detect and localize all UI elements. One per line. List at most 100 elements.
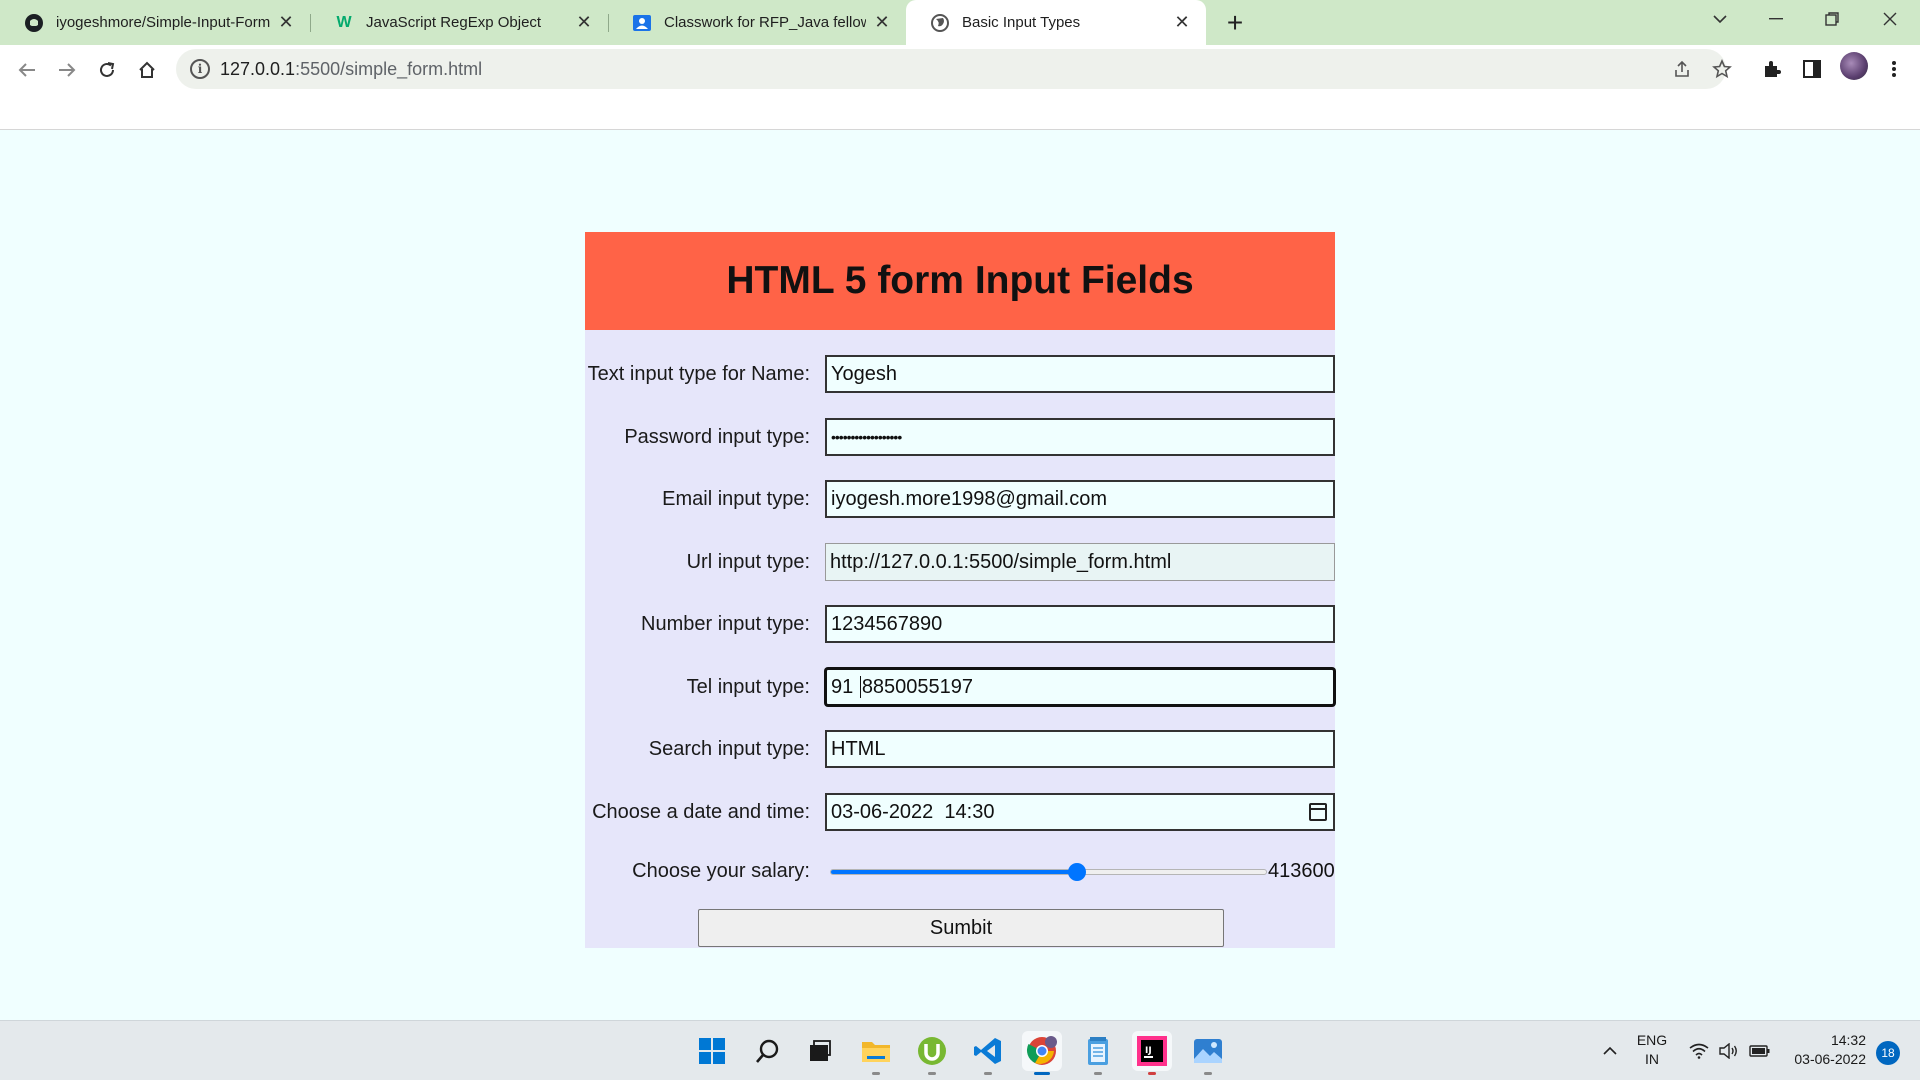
salary-value: 413600	[1268, 860, 1335, 882]
tel-label: Tel input type:	[686, 676, 810, 698]
tab-search-icon[interactable]	[1692, 0, 1748, 38]
volume-icon[interactable]	[1716, 1021, 1742, 1080]
url-row: Url input type: http://127.0.0.1:5500/si…	[585, 543, 1335, 581]
tab-classroom[interactable]: Classwork for RFP_Java fellowship ✕	[608, 0, 906, 45]
search-input[interactable]: HTML	[825, 730, 1335, 768]
datetime-label: Choose a date and time:	[592, 801, 810, 823]
name-row: Text input type for Name: Yogesh	[585, 355, 1335, 393]
utorrent-icon[interactable]	[912, 1031, 952, 1075]
email-row: Email input type: iyogesh.more1998@gmail…	[585, 480, 1335, 518]
password-row: Password input type: ••••••••••••••••••	[585, 418, 1335, 456]
address-bar[interactable]: i 127.0.0.1:5500/simple_form.html	[176, 49, 1726, 89]
datetime-input[interactable]: 03-06-2022 14:30	[825, 793, 1335, 831]
extensions-icon[interactable]	[1758, 55, 1786, 83]
input-form: HTML 5 form Input Fields Text input type…	[585, 232, 1335, 948]
language-indicator[interactable]: ENG IN	[1630, 1031, 1674, 1069]
datetime-row: Choose a date and time: 03-06-2022 14:30	[585, 793, 1335, 831]
notification-badge[interactable]: 18	[1876, 1041, 1900, 1065]
github-icon	[24, 13, 44, 33]
side-panel-icon[interactable]	[1798, 55, 1826, 83]
url-text: 127.0.0.1:5500/simple_form.html	[220, 59, 482, 80]
close-icon[interactable]: ✕	[574, 12, 594, 33]
photos-icon[interactable]	[1188, 1031, 1228, 1075]
submit-button[interactable]: Sumbit	[698, 909, 1224, 947]
more-menu-icon[interactable]	[1880, 55, 1908, 83]
tel-row: Tel input type: 91 8850055197	[585, 668, 1335, 706]
taskbar: IJ ENG IN 14:32 03-06-2022 18	[0, 1020, 1920, 1080]
url-host: 127.0.0.1	[220, 58, 296, 79]
tab-title: Classwork for RFP_Java fellowship	[664, 14, 866, 31]
browser-toolbar: i 127.0.0.1:5500/simple_form.html	[0, 45, 1920, 130]
home-icon[interactable]	[130, 53, 164, 87]
running-indicator	[928, 1072, 936, 1075]
password-input[interactable]: ••••••••••••••••••	[825, 418, 1335, 456]
tab-github[interactable]: iyogeshmore/Simple-Input-Form ✕	[0, 0, 310, 45]
calendar-icon[interactable]	[1309, 803, 1327, 821]
tab-title: iyogeshmore/Simple-Input-Form	[56, 14, 270, 31]
classroom-icon	[632, 13, 652, 33]
wifi-icon[interactable]	[1686, 1021, 1712, 1080]
tab-title: JavaScript RegExp Object	[366, 14, 542, 31]
task-view-icon[interactable]	[800, 1031, 840, 1071]
close-icon[interactable]: ✕	[1172, 12, 1192, 33]
active-indicator	[1034, 1072, 1050, 1075]
page-viewport: HTML 5 form Input Fields Text input type…	[0, 130, 1920, 1020]
number-input[interactable]: 1234567890	[825, 605, 1335, 643]
url-input[interactable]: http://127.0.0.1:5500/simple_form.html	[825, 543, 1335, 581]
slider-thumb[interactable]	[1067, 863, 1086, 881]
reload-icon[interactable]	[90, 53, 124, 87]
vscode-icon[interactable]	[968, 1031, 1008, 1075]
show-hidden-icons-icon[interactable]	[1596, 1021, 1624, 1080]
tab-title: Basic Input Types	[962, 14, 1081, 31]
running-indicator	[1094, 1072, 1102, 1075]
search-icon[interactable]	[748, 1031, 788, 1071]
url-path: :5500/simple_form.html	[295, 58, 483, 79]
salary-slider[interactable]	[830, 863, 1267, 881]
close-icon[interactable]: ✕	[276, 12, 296, 33]
tab-strip: iyogeshmore/Simple-Input-Form ✕ W JavaSc…	[0, 0, 1920, 45]
back-icon[interactable]	[10, 53, 44, 87]
minimize-icon[interactable]	[1748, 0, 1804, 38]
form-header: HTML 5 form Input Fields	[585, 232, 1335, 330]
profile-avatar[interactable]	[1840, 52, 1868, 80]
url-label: Url input type:	[686, 551, 810, 573]
name-input[interactable]: Yogesh	[825, 355, 1335, 393]
restore-icon[interactable]	[1804, 0, 1860, 38]
windows-start-icon[interactable]	[692, 1031, 732, 1071]
clock-date: 03-06-2022	[1794, 1051, 1866, 1067]
bookmark-star-icon[interactable]	[1708, 55, 1736, 83]
system-clock[interactable]: 14:32 03-06-2022	[1776, 1031, 1866, 1069]
tel-input[interactable]: 91 8850055197	[825, 668, 1335, 706]
share-icon[interactable]	[1668, 55, 1696, 83]
running-indicator	[1204, 1072, 1212, 1075]
close-icon[interactable]: ✕	[872, 12, 892, 33]
forward-icon[interactable]	[50, 53, 84, 87]
running-indicator	[984, 1072, 992, 1075]
new-tab-button[interactable]: +	[1220, 7, 1250, 38]
name-label: Text input type for Name:	[587, 363, 810, 385]
tab-basic-input-types[interactable]: Basic Input Types ✕	[906, 0, 1206, 45]
page-title: HTML 5 form Input Fields	[726, 259, 1194, 302]
region-code: IN	[1645, 1051, 1659, 1067]
intellij-icon[interactable]: IJ	[1132, 1031, 1172, 1075]
running-indicator	[1148, 1072, 1156, 1075]
password-label: Password input type:	[624, 426, 810, 448]
chrome-icon[interactable]	[1022, 1031, 1062, 1075]
tel-value-prefix: 91	[831, 675, 859, 698]
globe-icon	[930, 13, 950, 33]
close-window-icon[interactable]	[1862, 0, 1918, 38]
search-row: Search input type: HTML	[585, 730, 1335, 768]
battery-icon[interactable]	[1746, 1021, 1774, 1080]
email-input[interactable]: iyogesh.more1998@gmail.com	[825, 480, 1335, 518]
number-row: Number input type: 1234567890	[585, 605, 1335, 643]
email-label: Email input type:	[662, 488, 810, 510]
site-info-icon[interactable]: i	[190, 59, 210, 79]
svg-text:IJ: IJ	[1145, 1046, 1152, 1056]
tab-w3schools[interactable]: W JavaScript RegExp Object ✕	[310, 0, 608, 45]
file-explorer-icon[interactable]	[856, 1031, 896, 1075]
salary-label: Choose your salary:	[632, 860, 810, 882]
text-caret	[859, 676, 861, 698]
notepad-icon[interactable]	[1078, 1031, 1118, 1075]
w3schools-icon: W	[336, 13, 352, 31]
slider-fill	[831, 870, 1077, 874]
